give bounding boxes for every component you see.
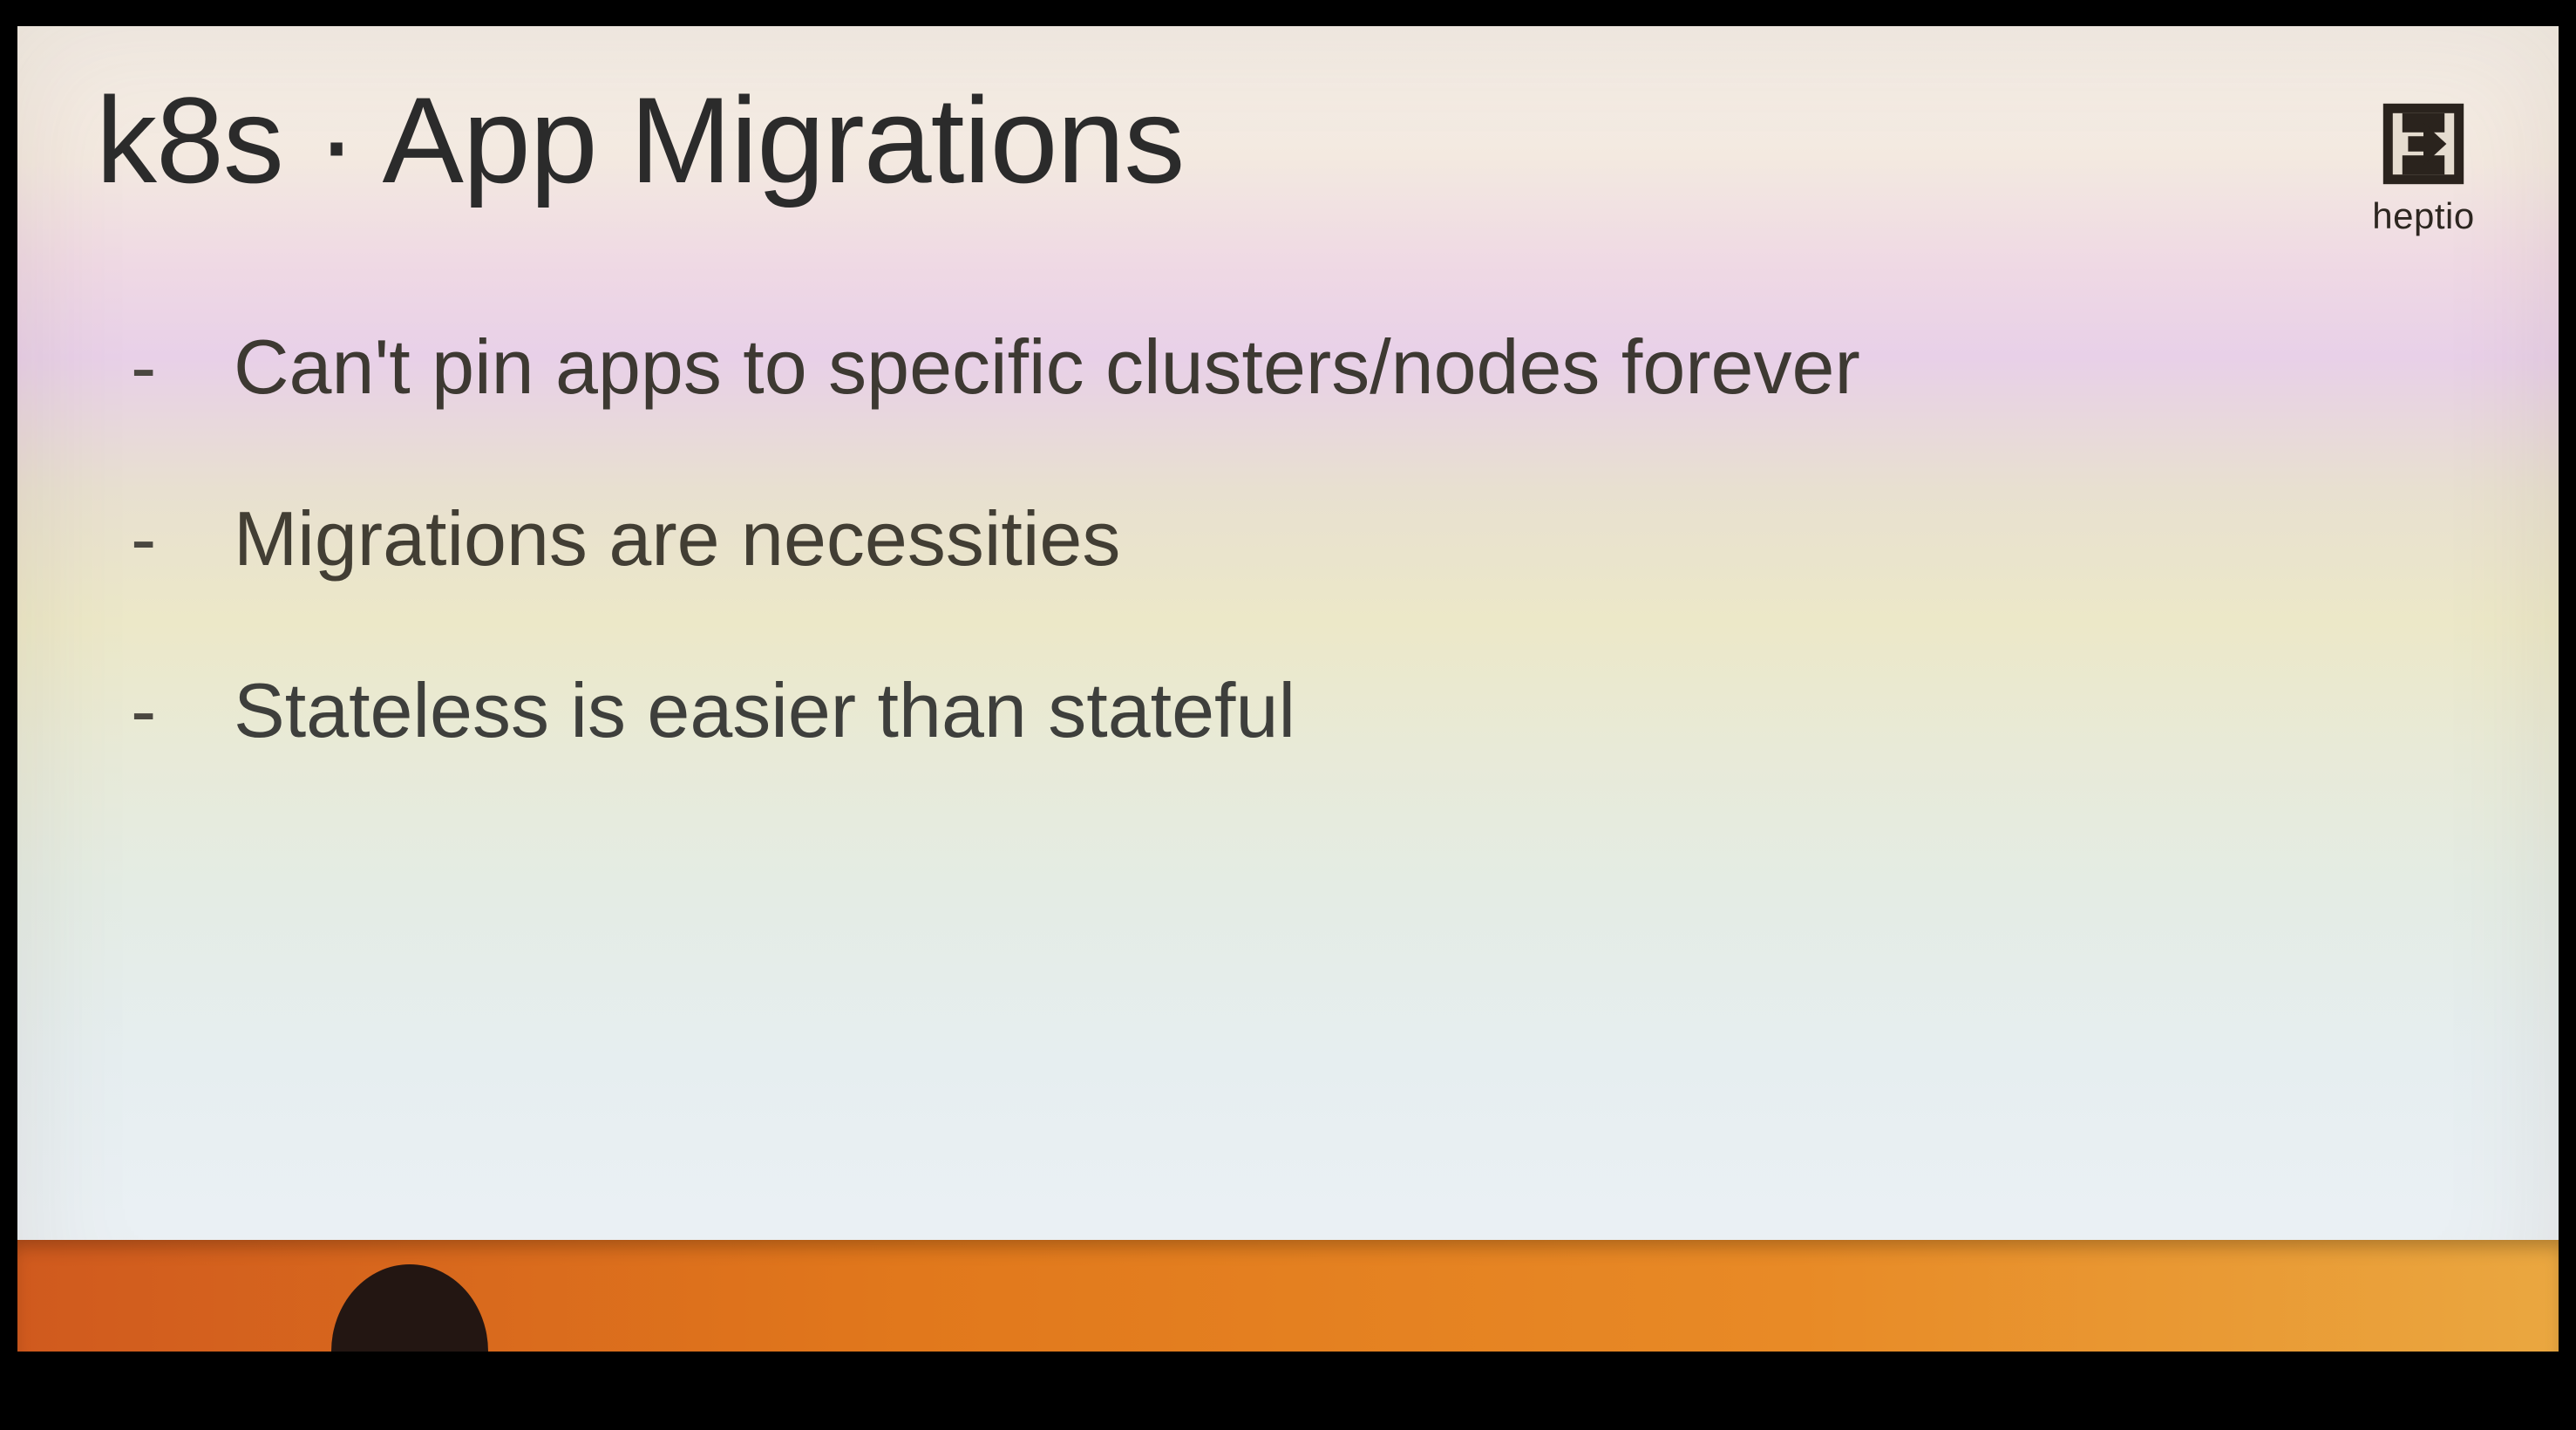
bullet-text: Migrations are necessities [234,494,1120,583]
stage: k8s · App Migrations heptio - Can't pin … [0,0,2576,1430]
bullet-text: Can't pin apps to specific clusters/node… [234,323,1860,412]
slide: k8s · App Migrations heptio - Can't pin … [17,26,2559,1352]
bullet-item: - Stateless is easier than stateful [131,666,2397,755]
bullet-item: - Migrations are necessities [131,494,2397,583]
slide-title: k8s · App Migrations [96,70,1184,211]
heptio-logo: heptio [2358,96,2489,237]
bullet-list: - Can't pin apps to specific clusters/no… [131,323,2397,838]
bullet-item: - Can't pin apps to specific clusters/no… [131,323,2397,412]
bullet-dash-icon: - [131,494,173,583]
bullet-dash-icon: - [131,666,173,755]
bullet-text: Stateless is easier than stateful [234,666,1295,755]
bullet-dash-icon: - [131,323,173,412]
heptio-logo-text: heptio [2358,195,2489,237]
letterbox-bottom [0,1352,2576,1430]
heptio-logo-icon [2375,96,2471,192]
